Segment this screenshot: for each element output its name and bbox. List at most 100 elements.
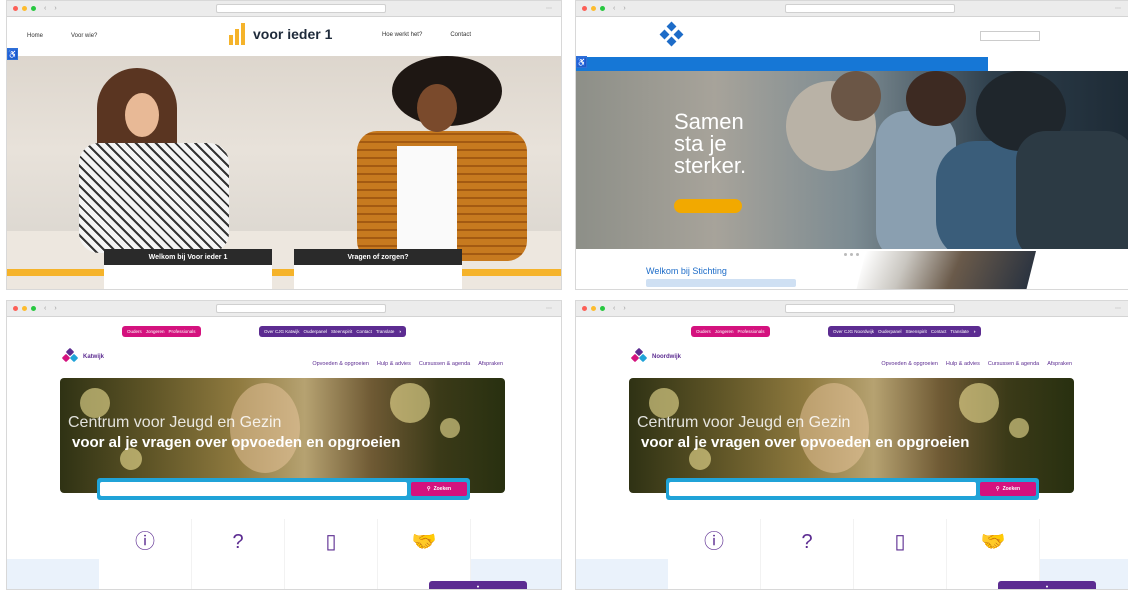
site-header xyxy=(576,17,1128,57)
welcome-card[interactable]: Welkom bij Voor ieder 1 xyxy=(104,249,272,289)
hero-photo: Samen sta je sterker. xyxy=(576,71,1128,249)
tile-hulp[interactable]: ? xyxy=(192,519,285,589)
minimize-window-icon[interactable] xyxy=(591,6,596,11)
banner-title: Centrum voor Jeugd en Gezin xyxy=(637,414,851,431)
chat-icon: ● xyxy=(1045,583,1049,589)
search-button[interactable]: ⚲ Zoeken xyxy=(411,482,467,496)
nav-hulp[interactable]: Hulp & advies xyxy=(946,361,980,367)
maximize-window-icon[interactable] xyxy=(31,306,36,311)
hero-photo xyxy=(7,56,561,289)
nav-afspraken[interactable]: Afspraken xyxy=(478,361,503,367)
audience-links: Ouders Jongeren Professionals xyxy=(122,326,201,337)
link-professionals[interactable]: Professionals xyxy=(169,329,196,334)
back-icon[interactable]: ‹ xyxy=(613,305,615,312)
nav-voor-wie[interactable]: Voor wie? xyxy=(71,33,97,39)
accessibility-icon[interactable]: ♿ xyxy=(576,56,587,68)
tile-afspraken[interactable]: 🤝 xyxy=(947,519,1040,589)
questions-card[interactable]: Vragen of zorgen? xyxy=(294,249,462,289)
maximize-window-icon[interactable] xyxy=(31,6,36,11)
link-ouderpanel[interactable]: Ouderpanel xyxy=(304,329,328,334)
site-logo[interactable]: voor ieder 1 xyxy=(229,23,332,45)
back-icon[interactable]: ‹ xyxy=(613,5,615,12)
link-contact[interactable]: Contact xyxy=(356,329,372,334)
tile-opvoeden[interactable]: ⓘ xyxy=(668,519,761,589)
link-jongeren[interactable]: Jongeren xyxy=(715,329,734,334)
link-professionals[interactable]: Professionals xyxy=(738,329,765,334)
nav-hoe-werkt-het[interactable]: Hoe werkt het? xyxy=(382,32,422,38)
topic-tiles: ⓘ ? ▯ 🤝 xyxy=(99,519,471,589)
nav-cursussen[interactable]: Cursussen & agenda xyxy=(419,361,470,367)
maximize-window-icon[interactable] xyxy=(600,306,605,311)
link-steenspirit[interactable]: Steenspirit xyxy=(331,329,352,334)
site-logo[interactable]: Katwijk xyxy=(61,347,104,365)
back-icon[interactable]: ‹ xyxy=(44,5,46,12)
back-icon[interactable]: ‹ xyxy=(44,305,46,312)
link-steenspirit[interactable]: Steenspirit xyxy=(906,329,927,334)
hero-line-2: sta je xyxy=(674,131,727,156)
handshake-icon: 🤝 xyxy=(411,531,437,553)
browser-toolbar: ‹ › ⋯ xyxy=(7,301,561,317)
close-window-icon[interactable] xyxy=(582,306,587,311)
close-window-icon[interactable] xyxy=(13,6,18,11)
link-ouders[interactable]: Ouders xyxy=(127,329,142,334)
address-bar[interactable] xyxy=(785,4,956,13)
chat-button[interactable]: ● xyxy=(998,581,1096,589)
link-translate[interactable]: Translate xyxy=(376,329,395,334)
browser-actions-icon[interactable]: ⋯ xyxy=(546,5,555,12)
search-icon: ⚲ xyxy=(426,486,431,492)
nav-opvoeden[interactable]: Opvoeden & opgroeien xyxy=(881,361,938,367)
minimize-window-icon[interactable] xyxy=(22,6,27,11)
maximize-window-icon[interactable] xyxy=(600,6,605,11)
search-input[interactable] xyxy=(100,482,407,496)
forward-icon[interactable]: › xyxy=(54,5,56,12)
minimize-window-icon[interactable] xyxy=(591,306,596,311)
close-window-icon[interactable] xyxy=(13,306,18,311)
nav-hulp[interactable]: Hulp & advies xyxy=(377,361,411,367)
banner-subtitle: voor al je vragen over opvoeden en opgro… xyxy=(72,434,401,451)
address-bar[interactable] xyxy=(785,304,956,313)
search-input[interactable] xyxy=(669,482,976,496)
browser-actions-icon[interactable]: ⋯ xyxy=(546,305,555,312)
close-window-icon[interactable] xyxy=(582,6,587,11)
link-contact[interactable]: Contact xyxy=(931,329,947,334)
browser-actions-icon[interactable]: ⋯ xyxy=(1115,305,1124,312)
link-translate[interactable]: Translate xyxy=(950,329,969,334)
accessibility-icon[interactable]: ♿ xyxy=(7,48,18,60)
address-bar[interactable] xyxy=(216,4,387,13)
link-over-cjg[interactable]: Over CJG Katwijk xyxy=(264,329,300,334)
search-input[interactable] xyxy=(980,31,1040,41)
site-logo[interactable] xyxy=(659,21,687,47)
hero-button[interactable] xyxy=(674,199,742,213)
browser-toolbar: ‹ › ⋯ xyxy=(576,301,1128,317)
tile-cursussen[interactable]: ▯ xyxy=(854,519,947,589)
link-jongeren[interactable]: Jongeren xyxy=(146,329,165,334)
carousel-dots[interactable] xyxy=(844,253,859,256)
site-logo[interactable]: Noordwijk xyxy=(630,347,681,365)
nav-opvoeden[interactable]: Opvoeden & opgroeien xyxy=(312,361,369,367)
contrast-toggle-icon[interactable]: ◑ xyxy=(973,329,976,334)
contrast-toggle-icon[interactable]: ◑ xyxy=(398,329,401,334)
nav-contact[interactable]: Contact xyxy=(450,32,471,38)
nav-afspraken[interactable]: Afspraken xyxy=(1047,361,1072,367)
search-button[interactable]: ⚲ Zoeken xyxy=(980,482,1036,496)
link-ouderpanel[interactable]: Ouderpanel xyxy=(878,329,902,334)
minimize-window-icon[interactable] xyxy=(22,306,27,311)
tile-cursussen[interactable]: ▯ xyxy=(285,519,378,589)
nav-home[interactable]: Home xyxy=(27,33,43,39)
nav-cursussen[interactable]: Cursussen & agenda xyxy=(988,361,1039,367)
link-over-cjg[interactable]: Over CJG Noordwijk xyxy=(833,329,874,334)
forward-icon[interactable]: › xyxy=(623,5,625,12)
chat-button[interactable]: ● xyxy=(429,581,527,589)
tile-afspraken[interactable]: 🤝 xyxy=(378,519,471,589)
tile-hulp[interactable]: ? xyxy=(761,519,854,589)
tile-opvoeden[interactable]: ⓘ xyxy=(99,519,192,589)
address-bar[interactable] xyxy=(216,304,387,313)
forward-icon[interactable]: › xyxy=(623,305,625,312)
banner-subtitle: voor al je vragen over opvoeden en opgro… xyxy=(641,434,970,451)
forward-icon[interactable]: › xyxy=(54,305,56,312)
chat-icon: ● xyxy=(476,583,480,589)
topic-tiles: ⓘ ? ▯ 🤝 xyxy=(668,519,1040,589)
accent-bar-middle xyxy=(272,269,294,276)
link-ouders[interactable]: Ouders xyxy=(696,329,711,334)
browser-actions-icon[interactable]: ⋯ xyxy=(1115,5,1124,12)
